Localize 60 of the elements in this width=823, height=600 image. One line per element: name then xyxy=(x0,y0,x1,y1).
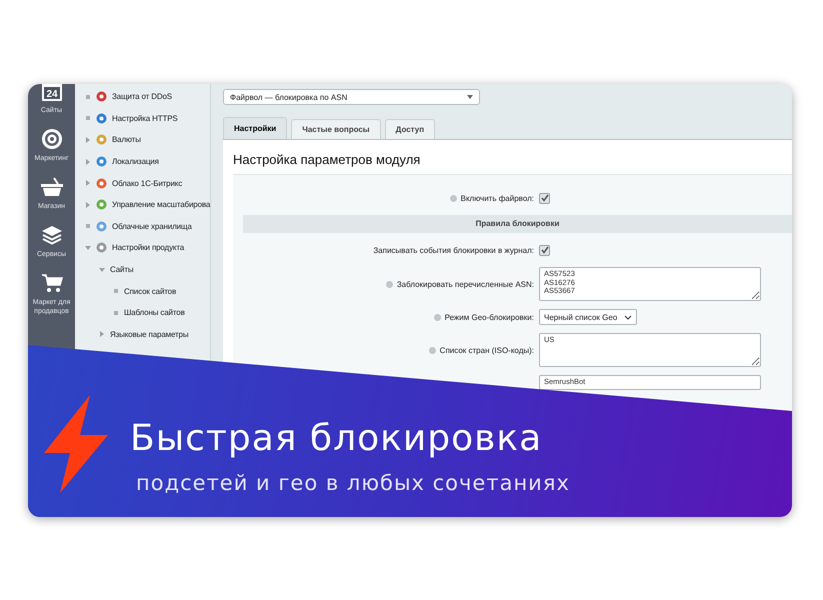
mode-dropdown[interactable]: Черный список Geo xyxy=(539,309,637,325)
cart-icon xyxy=(40,272,62,294)
chevron-icon xyxy=(624,314,632,320)
checkbox[interactable] xyxy=(539,192,550,204)
tree-item[interactable]: Шаблоны сайтов xyxy=(124,308,185,318)
collapsed-arrow-icon[interactable] xyxy=(85,158,91,165)
bullet-icon xyxy=(86,224,90,228)
help-icon[interactable] xyxy=(386,280,393,288)
module-icon xyxy=(96,242,107,254)
module-icon xyxy=(96,156,107,168)
bullet-icon xyxy=(114,289,118,294)
collapsed-arrow-icon[interactable] xyxy=(85,136,91,143)
tab[interactable]: Доступ xyxy=(384,119,436,139)
collapsed-arrow-icon[interactable] xyxy=(85,202,91,208)
page-title: Настройка параметров модуля xyxy=(233,152,422,169)
bullet-icon xyxy=(114,310,118,315)
bullet-icon xyxy=(86,116,90,120)
tree-item[interactable]: Облако 1С-Битрикс xyxy=(112,178,182,188)
tree-item[interactable]: Список сайтов xyxy=(124,286,176,296)
module-dropdown[interactable]: Файрвол — блокировка по ASN xyxy=(223,89,480,105)
calendar-icon: 24 xyxy=(40,84,62,102)
tree-item[interactable]: Облачные хранилища xyxy=(112,222,192,231)
banner-title: Быстрая блокировка xyxy=(130,418,544,459)
module-icon xyxy=(96,112,107,124)
module-icon xyxy=(96,199,107,210)
field-label: Заблокировать перечисленные ASN: xyxy=(396,280,534,288)
section-heading: Правила блокировки xyxy=(243,215,792,233)
help-icon[interactable] xyxy=(450,194,457,202)
help-icon[interactable] xyxy=(428,346,436,354)
help-icon[interactable] xyxy=(434,314,441,320)
lightning-icon xyxy=(44,395,108,493)
expanded-arrow-icon[interactable] xyxy=(99,266,105,273)
target-icon xyxy=(40,128,62,150)
field-label: Список стран (ISO-коды): xyxy=(440,346,534,354)
collapsed-arrow-icon[interactable] xyxy=(85,180,91,186)
tree-item[interactable]: Защита от DDoS xyxy=(112,92,172,102)
tree-item[interactable]: Валюты xyxy=(112,135,141,144)
tree-item[interactable]: Настройки продукта xyxy=(112,243,184,252)
caret-icon xyxy=(467,95,473,99)
module-icon xyxy=(96,220,107,232)
field-label: Записывать события блокировки в журнал: xyxy=(373,246,534,254)
tree-item[interactable]: Настройка HTTPS xyxy=(112,114,178,123)
field-label: Режим Geo-блокировки: xyxy=(444,312,534,322)
module-icon xyxy=(96,178,107,189)
tree-item[interactable]: Сайты xyxy=(110,265,134,274)
module-icon xyxy=(96,91,107,102)
tree-item[interactable]: Управление масштабирова xyxy=(112,200,210,210)
expanded-arrow-icon[interactable] xyxy=(85,244,91,251)
layers-icon xyxy=(40,224,62,246)
tab[interactable]: Частые вопросы xyxy=(291,119,381,139)
field-label: Включить файрвол: xyxy=(460,194,534,202)
module-icon xyxy=(96,134,107,146)
banner-subtitle: подсетей и гео в любых сочетаниях xyxy=(135,471,570,495)
checkbox[interactable] xyxy=(539,244,550,256)
basket-icon xyxy=(40,176,64,198)
bullet-icon xyxy=(86,94,90,99)
tree-item[interactable]: Локализация xyxy=(112,157,159,166)
tab[interactable]: Настройки xyxy=(223,117,288,139)
tree-item[interactable]: Языковые параметры xyxy=(110,330,188,339)
collapsed-arrow-icon[interactable] xyxy=(99,331,105,338)
